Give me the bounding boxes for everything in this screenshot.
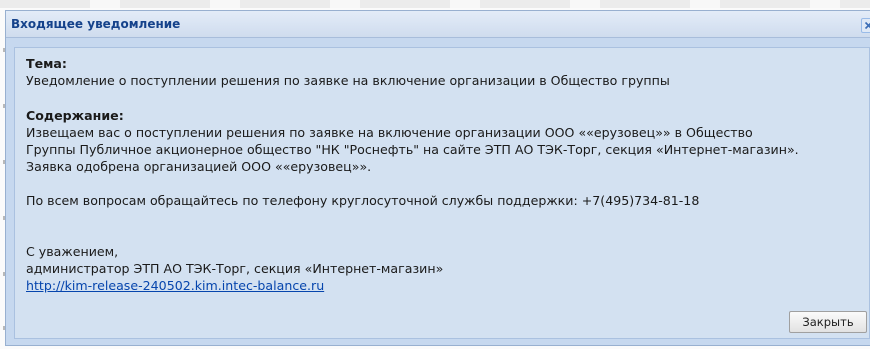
- notification-dialog: Входящее уведомление Тема: Уведомление о…: [5, 10, 870, 346]
- signature-line: администратор ЭТП АО ТЭК-Торг, секция «И…: [26, 261, 444, 276]
- close-button[interactable]: Закрыть: [789, 311, 867, 333]
- close-icon[interactable]: [861, 18, 870, 33]
- message-line: Группы Публичное акционерное общество "Н…: [26, 142, 799, 157]
- dialog-title: Входящее уведомление: [11, 17, 181, 31]
- subject-heading: Тема:: [26, 56, 67, 71]
- content-heading: Содержание:: [26, 108, 124, 123]
- message-line: Извещаем вас о поступлении решения по за…: [26, 125, 753, 140]
- support-phone-text: По всем вопросам обращайтесь по телефону…: [26, 193, 700, 208]
- background-page-strip: [0, 0, 870, 8]
- signature-line: С уважением,: [26, 244, 119, 259]
- dialog-titlebar[interactable]: Входящее уведомление: [6, 11, 870, 38]
- site-link[interactable]: http://kim-release-240502.kim.intec-bala…: [26, 278, 324, 294]
- message-line: Заявка одобрена организацией ООО ««ерузо…: [26, 159, 372, 174]
- subject-text: Уведомление о поступлении решения по зая…: [26, 73, 670, 88]
- notification-body: Тема: Уведомление о поступлении решения …: [14, 47, 870, 339]
